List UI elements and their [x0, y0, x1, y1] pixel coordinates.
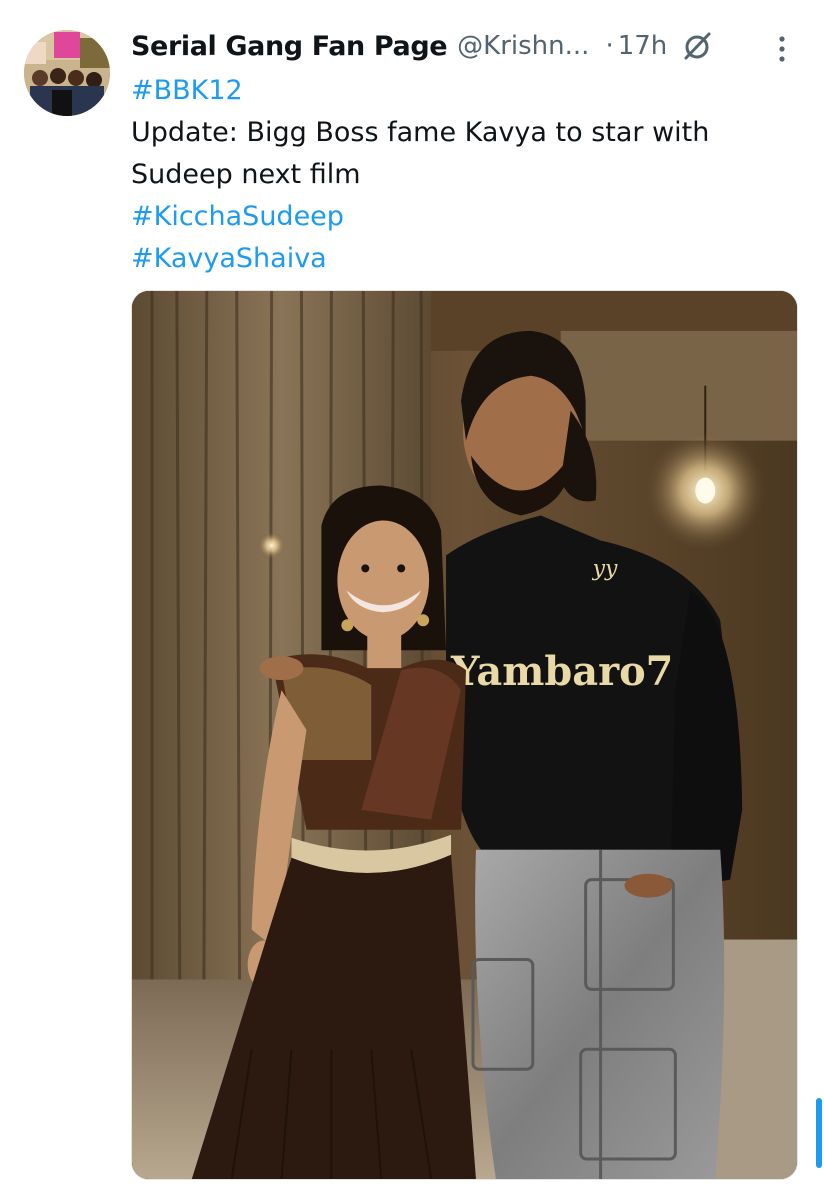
tweet-line: Sudeep next film [131, 159, 361, 190]
avatar[interactable] [24, 30, 110, 116]
scrollbar-thumb[interactable] [816, 1098, 822, 1168]
tweet-header: Serial Gang Fan Page @Krishn... · 17h [131, 26, 761, 66]
author-handle[interactable]: @Krishn... [457, 31, 589, 61]
author-name[interactable]: Serial Gang Fan Page [131, 31, 448, 62]
tweet-text: #BBK12 Update: Bigg Boss fame Kavya to s… [131, 70, 791, 280]
hashtag-kicchasudeep[interactable]: #KicchaSudeep [131, 196, 791, 238]
grok-icon[interactable] [681, 30, 713, 62]
avatar-image [24, 30, 110, 116]
hashtag-kavyashaiva[interactable]: #KavyaShaiva [131, 238, 791, 280]
more-dots-icon[interactable] [768, 34, 796, 64]
photo-illustration: Yambaro7 yy [132, 291, 797, 1179]
tweet-photo[interactable]: Yambaro7 yy [131, 290, 798, 1180]
dot-separator: · [605, 31, 614, 61]
sweater-logo: yy [592, 556, 618, 581]
hashtag-bbk12[interactable]: #BBK12 [131, 70, 791, 112]
timestamp[interactable]: 17h [618, 31, 668, 61]
tweet-line: Update: Bigg Boss fame Kavya to star wit… [131, 117, 710, 148]
sweater-text: Yambaro7 [450, 649, 673, 695]
